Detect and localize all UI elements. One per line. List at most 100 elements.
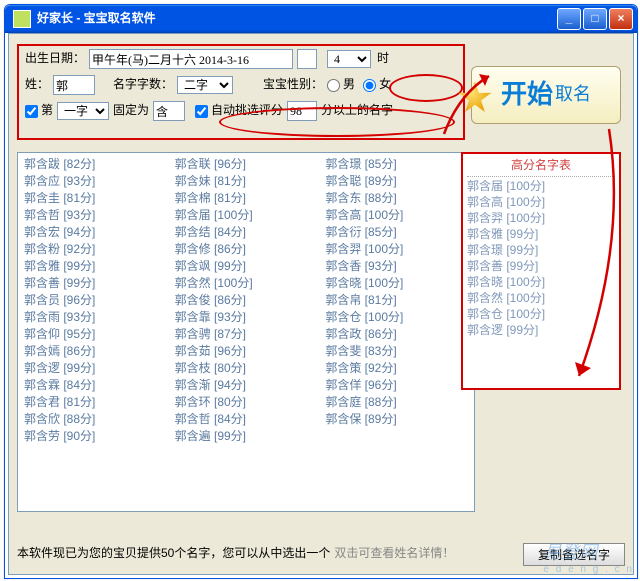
name-item[interactable]: 郭含帛 [81分] — [325, 293, 468, 310]
name-item[interactable]: 郭含璟 [85分] — [325, 157, 468, 174]
highscore-item[interactable]: 郭含高 [100分] — [467, 195, 615, 211]
name-item[interactable]: 郭含雅 [99分] — [24, 259, 167, 276]
highscore-item[interactable]: 郭含璟 [99分] — [467, 243, 615, 259]
calendar-button[interactable] — [297, 49, 317, 69]
name-item[interactable]: 郭含东 [88分] — [325, 191, 468, 208]
highscore-item[interactable]: 郭含晓 [100分] — [467, 275, 615, 291]
charcount-select[interactable]: 二字 — [177, 76, 233, 94]
name-item[interactable]: 郭含羿 [100分] — [325, 242, 468, 259]
start-button[interactable]: 开始 取名 — [471, 66, 621, 124]
autofilter-label: 自动挑选评分 — [211, 103, 283, 119]
name-list[interactable]: 郭含跋 [82分]郭含应 [93分]郭含圭 [81分]郭含哲 [93分]郭含宏 … — [17, 152, 475, 512]
hour-select[interactable]: 4 — [327, 50, 371, 68]
name-item[interactable]: 郭含聪 [89分] — [325, 174, 468, 191]
name-item[interactable]: 郭含然 [100分] — [175, 276, 318, 293]
highscore-item[interactable]: 郭含逻 [99分] — [467, 323, 615, 339]
status-hint: 双击可查看姓名详情！ — [334, 546, 454, 562]
name-item[interactable]: 郭含香 [93分] — [325, 259, 468, 276]
name-item[interactable]: 郭含嫣 [86分] — [24, 344, 167, 361]
titlebar: 好家长 - 宝宝取名软件 _ □ × — [5, 5, 637, 33]
app-icon — [13, 10, 31, 28]
name-item[interactable]: 郭含骋 [87分] — [175, 327, 318, 344]
highscore-item[interactable]: 郭含雅 [99分] — [467, 227, 615, 243]
fixed-input[interactable] — [153, 101, 185, 121]
name-item[interactable]: 郭含棉 [81分] — [175, 191, 318, 208]
minimize-button[interactable]: _ — [557, 8, 581, 30]
start-text-1: 开始 — [501, 78, 553, 112]
name-item[interactable]: 郭含雨 [93分] — [24, 310, 167, 327]
name-item[interactable]: 郭含宏 [94分] — [24, 225, 167, 242]
status-message: 本软件现已为您的宝贝提供50个名字，您可以从中选出一个 — [17, 546, 330, 562]
name-item[interactable]: 郭含佯 [96分] — [325, 378, 468, 395]
settings-panel: 出生日期： 4 时 姓： 名字字数： 二字 宝宝性别： 男 女 第 一字 固定为 — [17, 44, 465, 140]
highscore-panel: 高分名字表 郭含届 [100分]郭含高 [100分]郭含羿 [100分]郭含雅 … — [461, 152, 621, 390]
charcount-label: 名字字数： — [113, 77, 173, 93]
name-item[interactable]: 郭含联 [96分] — [175, 157, 318, 174]
name-item[interactable]: 郭含庭 [88分] — [325, 395, 468, 412]
firstchar-checkbox[interactable] — [25, 105, 38, 118]
name-item[interactable]: 郭含粉 [92分] — [24, 242, 167, 259]
firstchar-select[interactable]: 一字 — [57, 102, 109, 120]
name-item[interactable]: 郭含渐 [94分] — [175, 378, 318, 395]
highscore-item[interactable]: 郭含然 [100分] — [467, 291, 615, 307]
surname-input[interactable] — [53, 75, 95, 95]
autofilter-tail: 分以上的名字 — [321, 103, 393, 119]
name-item[interactable]: 郭含应 [93分] — [24, 174, 167, 191]
name-item[interactable]: 郭含哲 [93分] — [24, 208, 167, 225]
name-item[interactable]: 郭含高 [100分] — [325, 208, 468, 225]
name-item[interactable]: 郭含遍 [99分] — [175, 429, 318, 446]
birth-label: 出生日期： — [25, 51, 85, 67]
name-item[interactable]: 郭含君 [81分] — [24, 395, 167, 412]
name-item[interactable]: 郭含届 [100分] — [175, 208, 318, 225]
name-item[interactable]: 郭含跋 [82分] — [24, 157, 167, 174]
firstchar-label: 第 — [41, 103, 53, 119]
name-item[interactable]: 郭含劳 [90分] — [24, 429, 167, 446]
name-item[interactable]: 郭含哲 [84分] — [175, 412, 318, 429]
window-title: 好家长 - 宝宝取名软件 — [37, 11, 557, 27]
name-item[interactable]: 郭含衍 [85分] — [325, 225, 468, 242]
gender-male-label: 男 — [343, 77, 355, 93]
maximize-button[interactable]: □ — [583, 8, 607, 30]
copy-button[interactable]: 复制备选名字 — [523, 543, 625, 566]
name-item[interactable]: 郭含圭 [81分] — [24, 191, 167, 208]
name-item[interactable]: 郭含枝 [80分] — [175, 361, 318, 378]
name-item[interactable]: 郭含政 [86分] — [325, 327, 468, 344]
name-item[interactable]: 郭含保 [89分] — [325, 412, 468, 429]
fixed-label: 固定为 — [113, 103, 149, 119]
name-item[interactable]: 郭含妹 [81分] — [175, 174, 318, 191]
hour-unit: 时 — [377, 51, 389, 67]
name-item[interactable]: 郭含结 [84分] — [175, 225, 318, 242]
name-item[interactable]: 郭含飒 [99分] — [175, 259, 318, 276]
status-bar: 本软件现已为您的宝贝提供50个名字，您可以从中选出一个 双击可查看姓名详情！ 复… — [17, 542, 625, 566]
highscore-item[interactable]: 郭含仓 [100分] — [467, 307, 615, 323]
name-item[interactable]: 郭含霖 [84分] — [24, 378, 167, 395]
highscore-item[interactable]: 郭含羿 [100分] — [467, 211, 615, 227]
name-item[interactable]: 郭含俊 [86分] — [175, 293, 318, 310]
name-item[interactable]: 郭含斐 [83分] — [325, 344, 468, 361]
highscore-header: 高分名字表 — [467, 156, 615, 177]
autofilter-checkbox[interactable] — [195, 105, 208, 118]
name-item[interactable]: 郭含环 [80分] — [175, 395, 318, 412]
name-item[interactable]: 郭含靠 [93分] — [175, 310, 318, 327]
surname-label: 姓： — [25, 77, 49, 93]
name-item[interactable]: 郭含策 [92分] — [325, 361, 468, 378]
name-item[interactable]: 郭含仰 [95分] — [24, 327, 167, 344]
close-button[interactable]: × — [609, 8, 633, 30]
name-item[interactable]: 郭含逻 [99分] — [24, 361, 167, 378]
gender-label: 宝宝性别： — [263, 77, 323, 93]
start-text-2: 取名 — [555, 83, 591, 106]
name-item[interactable]: 郭含欣 [88分] — [24, 412, 167, 429]
gender-female-radio[interactable] — [363, 79, 376, 92]
name-item[interactable]: 郭含晓 [100分] — [325, 276, 468, 293]
name-item[interactable]: 郭含善 [99分] — [24, 276, 167, 293]
gender-female-label: 女 — [379, 77, 391, 93]
birth-input[interactable] — [89, 49, 293, 69]
highscore-item[interactable]: 郭含善 [99分] — [467, 259, 615, 275]
name-item[interactable]: 郭含茹 [96分] — [175, 344, 318, 361]
highscore-item[interactable]: 郭含届 [100分] — [467, 179, 615, 195]
autofilter-score[interactable] — [287, 101, 317, 121]
name-item[interactable]: 郭含修 [86分] — [175, 242, 318, 259]
gender-male-radio[interactable] — [327, 79, 340, 92]
name-item[interactable]: 郭含员 [96分] — [24, 293, 167, 310]
name-item[interactable]: 郭含仓 [100分] — [325, 310, 468, 327]
